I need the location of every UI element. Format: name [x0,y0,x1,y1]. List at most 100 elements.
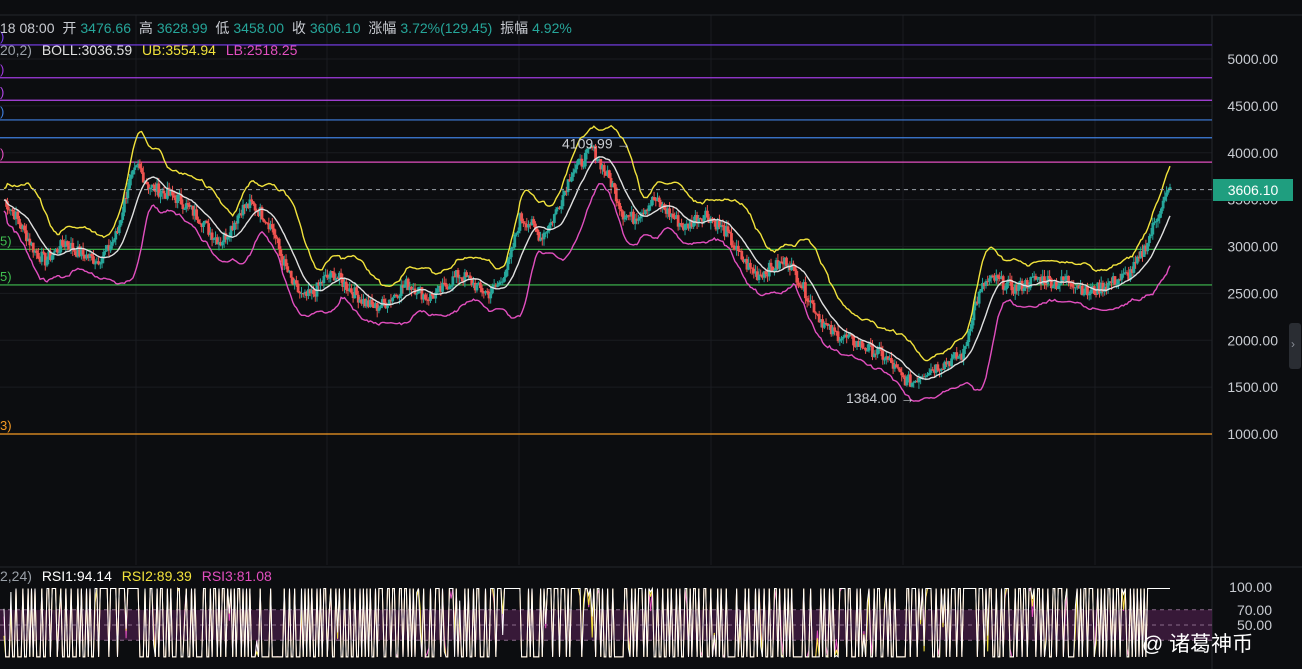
candle-body [1003,289,1007,291]
candle-body [515,233,518,235]
candle-body [448,286,451,290]
current-price-tag: 3606.10 [1213,179,1293,201]
candle-body [496,285,499,287]
close-label: 收 [291,20,306,36]
candle-body [957,356,960,359]
candle-body [595,159,599,161]
candle-body [1151,222,1155,235]
candle-body [272,228,276,235]
candle-body [963,346,967,349]
candle-body [90,254,94,257]
candle-body [36,252,40,259]
candle-body [274,234,278,239]
candle-body [805,298,809,302]
candle-body [131,170,135,175]
candle-body [251,201,255,205]
candle-body [841,337,845,339]
candle-body [1051,286,1055,289]
candle-body [386,305,389,309]
candle-body [322,276,326,284]
low-value: 3458.00 [233,20,284,36]
candle-body [294,280,298,284]
candle-body [1158,213,1162,219]
candle-body [312,289,315,295]
candle-body [277,238,281,250]
candle-body [977,291,981,304]
candle-body [1149,234,1153,237]
rsi2-value: RSI2:89.39 [121,568,192,584]
candle-body [797,282,800,286]
y-axis-tick: 1500.00 [1227,379,1278,395]
candle-body [750,267,754,269]
open-label: 开 [62,20,77,36]
candle-body [570,176,573,182]
candle-body [910,382,914,387]
candle-body [647,205,651,212]
candle-body [1122,273,1125,275]
candle-body [544,232,548,234]
boll-ub-value: UB:3554.94 [142,42,216,58]
rsi-axis-tick: 100.00 [1229,579,1272,595]
candle-body [55,248,59,253]
candle-body [403,284,407,288]
candle-body [575,164,579,170]
candle-body [327,277,331,279]
candle-body [730,233,733,246]
candle-body [836,331,840,342]
candle-body [748,262,752,268]
candle-body [559,206,563,209]
candle-body [924,376,928,378]
candle-body [1027,287,1031,289]
candle-body [571,172,575,177]
candle-body [250,199,254,202]
price-level-label: 5) [0,233,12,248]
candle-body [513,234,517,248]
candle-body [532,219,536,224]
candle-body [109,245,113,251]
candle-body [637,218,640,221]
candle-body [638,216,642,219]
candle-body [284,259,288,267]
candle-body [607,170,611,179]
candle-body [731,245,735,248]
candle-body [649,205,653,207]
boll-lb-value: LB:2518.25 [225,42,298,58]
ohlc-time: 18 08:00 [0,20,55,36]
candle-body [864,347,868,351]
candle-body [460,277,463,279]
boll-legend: 20,2) BOLL:3036.59 UB:3554.94 LB:2518.25 [0,42,297,58]
price-level-label: 3) [0,418,12,433]
candle-body [195,209,199,220]
candle-body [840,338,843,341]
y-axis-tick: 5000.00 [1227,51,1278,67]
candle-body [1120,273,1124,280]
amplitude-label: 振幅 [500,20,529,36]
price-level-label: ) [0,84,4,99]
candle-body [110,241,114,246]
price-level-label: 5) [0,269,12,284]
candle-body [435,288,439,293]
candle-body [270,224,274,229]
candle-body [1154,221,1158,223]
boll-params: 20,2) [0,42,32,58]
low-label: 低 [215,20,230,36]
candle-body [140,168,143,173]
high-label: 高 [138,20,153,36]
candle-body [902,375,905,378]
candle-body [795,271,799,283]
candle-body [66,241,70,246]
candle-body [927,372,931,376]
candle-body [202,222,205,228]
candle-body [159,192,162,197]
candle-body [573,169,577,173]
candle-body [423,294,427,300]
candle-body [618,202,622,210]
candle-body [613,183,616,188]
candle-body [398,296,401,299]
candle-body [504,269,508,277]
candle-body [778,261,782,269]
candle-body [705,210,709,218]
candle-body [1017,284,1021,291]
scroll-handle[interactable]: › [1289,323,1301,369]
candle-body [441,282,444,292]
